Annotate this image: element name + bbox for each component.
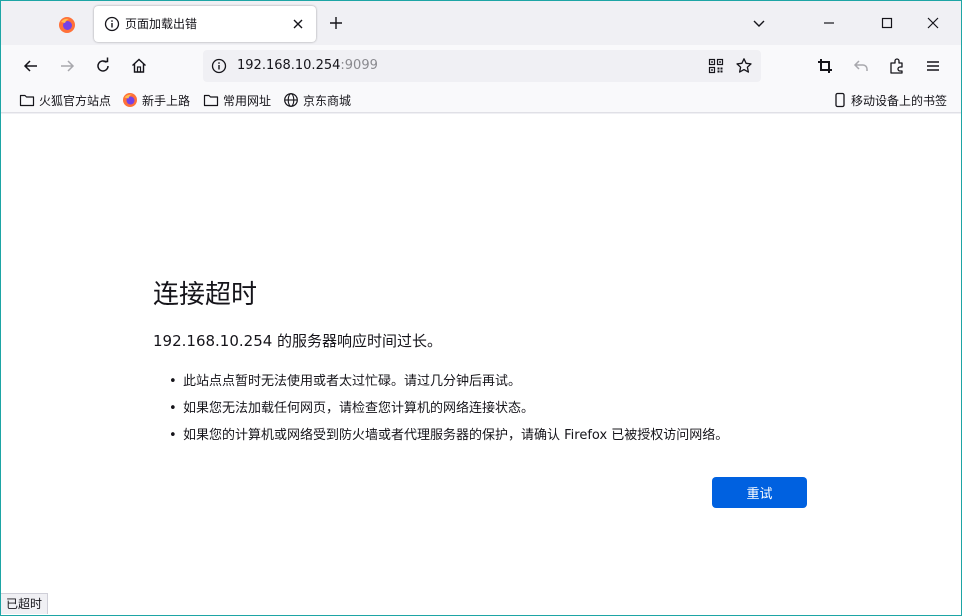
crop-screenshot-icon[interactable]: [815, 56, 835, 76]
bookmark-jd-mall[interactable]: 京东商城: [283, 91, 351, 109]
bookmark-getting-started[interactable]: 新手上路: [122, 91, 190, 109]
error-title: 连接超时: [153, 280, 258, 310]
bookmark-star-icon[interactable]: [735, 57, 753, 75]
bookmarks-bar: 火狐官方站点 新手上路 常用网址 京东商城 移动设备上的书签: [1, 87, 961, 113]
mobile-device-icon: [835, 92, 845, 108]
url-port: :9099: [340, 58, 378, 73]
menu-icon[interactable]: [923, 56, 943, 76]
bookmark-label: 火狐官方站点: [39, 93, 112, 108]
status-bar: 已超时: [1, 593, 49, 614]
info-icon: [104, 16, 120, 32]
undo-icon[interactable]: [851, 56, 871, 76]
forward-arrow-icon[interactable]: [57, 56, 77, 76]
bookmark-folder-common-sites[interactable]: 常用网址: [203, 91, 271, 109]
folder-icon: [19, 94, 35, 107]
navigation-bar: 192.168.10.254:9099: [1, 45, 961, 87]
list-item: 如果您无法加载任何网页，请检查您计算机的网络连接状态。: [169, 395, 728, 422]
qr-code-icon[interactable]: [708, 58, 724, 74]
firefox-icon: [59, 17, 75, 33]
list-item: 此站点点暂时无法使用或者太过忙碌。请过几分钟后再试。: [169, 368, 728, 395]
bookmark-mobile[interactable]: 移动设备上的书签: [833, 91, 947, 109]
error-tips-list: 此站点点暂时无法使用或者太过忙碌。请过几分钟后再试。 如果您无法加载任何网页，请…: [169, 368, 728, 449]
chevron-down-icon[interactable]: [751, 15, 767, 31]
bookmark-label: 京东商城: [303, 93, 352, 108]
retry-button[interactable]: 重试: [712, 477, 807, 508]
back-arrow-icon[interactable]: [21, 56, 41, 76]
maximize-icon[interactable]: [877, 13, 897, 33]
tab-title: 页面加载出错: [125, 17, 198, 31]
bookmark-label: 常用网址: [223, 93, 272, 108]
extensions-icon[interactable]: [887, 56, 907, 76]
error-description: 192.168.10.254 的服务器响应时间过长。: [153, 332, 443, 350]
tab-page-load-error[interactable]: 页面加载出错: [94, 6, 316, 42]
bookmark-label: 移动设备上的书签: [851, 93, 948, 108]
info-icon[interactable]: [211, 58, 227, 74]
bookmark-folder-firefox-official[interactable]: 火狐官方站点: [19, 91, 111, 109]
page-content: 连接超时 192.168.10.254 的服务器响应时间过长。 此站点点暂时无法…: [1, 114, 961, 615]
new-tab-icon[interactable]: [326, 13, 346, 33]
browser-window: 页面加载出错 192.168.10.254:9099 火狐官方站点 新手上路 常…: [0, 0, 962, 616]
firefox-icon: [123, 93, 137, 107]
url-host: 192.168.10.254: [237, 58, 341, 73]
pinned-tab-firefox[interactable]: [53, 11, 81, 39]
url-bar[interactable]: 192.168.10.254:9099: [203, 50, 761, 82]
reload-icon[interactable]: [93, 56, 113, 76]
home-icon[interactable]: [129, 56, 149, 76]
tab-strip: 页面加载出错: [1, 1, 961, 45]
url-text[interactable]: 192.168.10.254:9099: [237, 57, 378, 75]
minimize-icon[interactable]: [819, 13, 839, 33]
close-window-icon[interactable]: [923, 13, 943, 33]
close-tab-icon[interactable]: [290, 16, 306, 32]
list-item: 如果您的计算机或网络受到防火墙或者代理服务器的保护，请确认 Firefox 已被…: [169, 422, 728, 449]
bookmark-label: 新手上路: [142, 93, 191, 108]
globe-icon: [284, 93, 298, 107]
folder-icon: [203, 94, 219, 107]
